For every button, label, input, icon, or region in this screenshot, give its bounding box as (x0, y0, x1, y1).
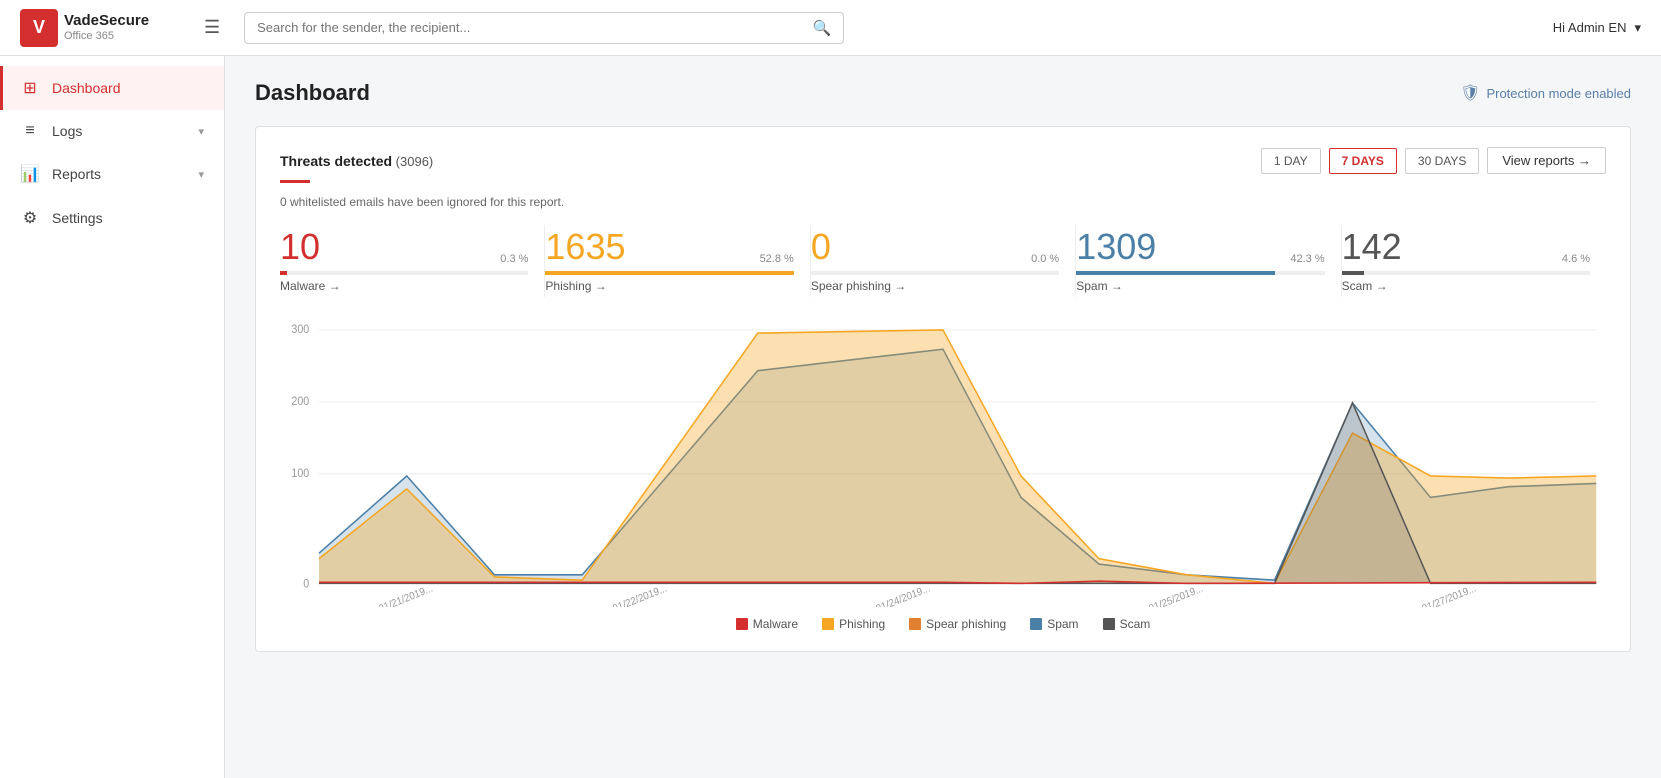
stat-phishing-value: 1635 (545, 229, 625, 265)
stat-spear-label[interactable]: Spear phishing → (811, 279, 1059, 293)
stat-spam-bar (1076, 271, 1275, 275)
logo-icon: V (20, 9, 58, 47)
threats-header: Threats detected (3096) 1 DAY 7 DAYS 30 … (280, 147, 1606, 174)
chart-container: 300 200 100 0 (280, 317, 1606, 607)
menu-icon[interactable]: ☰ (196, 13, 228, 42)
svg-text:01/21/2019...: 01/21/2019... (377, 583, 434, 607)
stat-spear: 0 0.0 % Spear phishing → (811, 225, 1076, 297)
search-input[interactable] (257, 20, 812, 35)
sidebar-item-label: Reports (52, 166, 101, 182)
stat-spam-pct: 42.3 % (1290, 253, 1324, 265)
sidebar: ⊞ Dashboard ≡ Logs ▾ 📊 Reports ▾ ⚙ Setti… (0, 56, 225, 778)
stat-spam: 1309 42.3 % Spam → (1076, 225, 1341, 297)
chart-svg: 300 200 100 0 (280, 317, 1606, 607)
svg-text:01/22/2019...: 01/22/2019... (611, 583, 668, 607)
main-content: Dashboard 🛡 Protection mode enabled Thre… (225, 56, 1661, 778)
sidebar-item-label: Dashboard (52, 80, 121, 96)
user-greeting: Hi Admin EN (1553, 20, 1627, 35)
svg-text:200: 200 (291, 396, 309, 409)
stat-malware-bar (280, 271, 287, 275)
svg-text:01/24/2019...: 01/24/2019... (875, 583, 932, 607)
legend-spear: Spear phishing (909, 617, 1006, 631)
stat-spam-label[interactable]: Spam → (1076, 279, 1324, 293)
chart-legend: Malware Phishing Spear phishing Spam (280, 617, 1606, 631)
svg-text:100: 100 (291, 468, 309, 481)
legend-spam-label: Spam (1047, 617, 1078, 631)
user-chevron-icon[interactable]: ▾ (1634, 20, 1641, 36)
legend-scam-label: Scam (1120, 617, 1151, 631)
legend-malware-dot (736, 618, 748, 630)
whitelist-note: 0 whitelisted emails have been ignored f… (280, 195, 1606, 209)
legend-spam: Spam (1030, 617, 1078, 631)
legend-malware-label: Malware (753, 617, 798, 631)
sidebar-item-label: Settings (52, 210, 103, 226)
stat-scam: 142 4.6 % Scam → (1342, 225, 1606, 297)
sidebar-item-dashboard[interactable]: ⊞ Dashboard (0, 66, 224, 110)
svg-text:01/27/2019...: 01/27/2019... (1421, 583, 1478, 607)
time-btn-7days[interactable]: 7 DAYS (1329, 148, 1397, 174)
search-icon: 🔍 (812, 19, 831, 37)
stat-scam-bar (1342, 271, 1364, 275)
brand-sub: Office 365 (64, 30, 149, 42)
svg-text:300: 300 (291, 324, 309, 337)
topbar: V VadeSecure Office 365 ☰ 🔍 Hi Admin EN … (0, 0, 1661, 56)
threats-title-group: Threats detected (3096) (280, 153, 433, 169)
page-title: Dashboard (255, 80, 370, 106)
stat-scam-pct: 4.6 % (1562, 253, 1590, 265)
threats-title: Threats detected (280, 153, 392, 169)
protection-badge: 🛡 Protection mode enabled (1460, 83, 1631, 103)
dashboard-icon: ⊞ (20, 78, 40, 98)
sidebar-item-reports[interactable]: 📊 Reports ▾ (0, 152, 224, 196)
reports-chevron-icon: ▾ (198, 168, 204, 181)
protection-label: Protection mode enabled (1486, 86, 1631, 101)
legend-phishing-label: Phishing (839, 617, 885, 631)
brand-name: VadeSecure (64, 13, 149, 30)
svg-text:0: 0 (303, 578, 309, 591)
stat-phishing-label[interactable]: Phishing → (545, 279, 793, 293)
threats-count: (3096) (396, 154, 434, 169)
stat-scam-value: 142 (1342, 229, 1402, 265)
threats-underline (280, 180, 310, 183)
logo: V VadeSecure Office 365 (20, 9, 180, 47)
legend-spam-dot (1030, 618, 1042, 630)
stat-malware-pct: 0.3 % (500, 253, 528, 265)
stat-spam-value: 1309 (1076, 229, 1156, 265)
search-bar: 🔍 (244, 12, 844, 44)
legend-spear-label: Spear phishing (926, 617, 1006, 631)
legend-phishing: Phishing (822, 617, 885, 631)
stats-row: 10 0.3 % Malware → 1635 52.8 % Phish (280, 225, 1606, 297)
stat-phishing-pct: 52.8 % (760, 253, 794, 265)
time-controls: 1 DAY 7 DAYS 30 DAYS View reports → (1261, 147, 1606, 174)
logs-icon: ≡ (20, 122, 40, 140)
legend-scam: Scam (1103, 617, 1151, 631)
svg-text:01/25/2019...: 01/25/2019... (1148, 583, 1205, 607)
time-btn-1day[interactable]: 1 DAY (1261, 148, 1321, 174)
stat-scam-label[interactable]: Scam → (1342, 279, 1590, 293)
time-btn-30days[interactable]: 30 DAYS (1405, 148, 1479, 174)
threats-card: Threats detected (3096) 1 DAY 7 DAYS 30 … (255, 126, 1631, 652)
reports-icon: 📊 (20, 164, 40, 184)
legend-malware: Malware (736, 617, 798, 631)
stat-spear-value: 0 (811, 229, 831, 265)
legend-spear-dot (909, 618, 921, 630)
legend-scam-dot (1103, 618, 1115, 630)
topbar-user: Hi Admin EN ▾ (1553, 20, 1641, 36)
settings-icon: ⚙ (20, 208, 40, 228)
sidebar-item-logs[interactable]: ≡ Logs ▾ (0, 110, 224, 152)
shield-icon: 🛡 (1460, 83, 1480, 103)
legend-phishing-dot (822, 618, 834, 630)
view-reports-button[interactable]: View reports → (1487, 147, 1606, 174)
stat-phishing-bar (545, 271, 793, 275)
stat-malware-label[interactable]: Malware → (280, 279, 528, 293)
page-header: Dashboard 🛡 Protection mode enabled (255, 80, 1631, 106)
stat-phishing: 1635 52.8 % Phishing → (545, 225, 810, 297)
sidebar-item-settings[interactable]: ⚙ Settings (0, 196, 224, 240)
sidebar-item-label: Logs (52, 123, 82, 139)
stat-malware: 10 0.3 % Malware → (280, 225, 545, 297)
stat-malware-value: 10 (280, 229, 320, 265)
logs-chevron-icon: ▾ (198, 125, 204, 138)
stat-spear-pct: 0.0 % (1031, 253, 1059, 265)
